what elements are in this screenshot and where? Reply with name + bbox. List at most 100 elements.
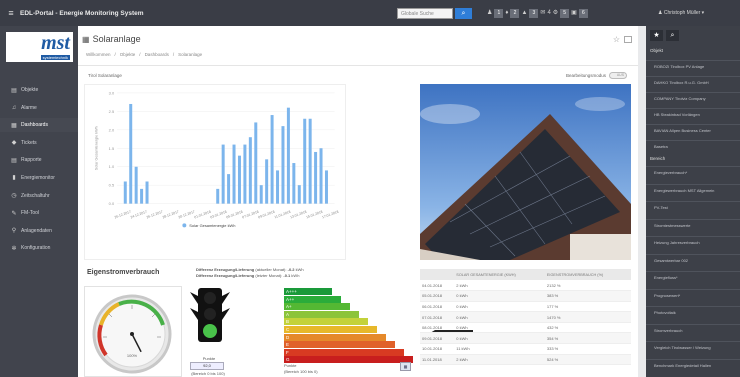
list-divider <box>646 323 740 325</box>
object-item[interactable]: Basetra <box>654 144 738 149</box>
bar[interactable] <box>270 115 274 204</box>
area-item[interactable]: Stromtestmesswerte <box>654 223 738 228</box>
legend-label[interactable]: Solar Gesamtenergie kWh <box>189 223 235 228</box>
global-search-input[interactable]: Globale Suche <box>397 8 453 19</box>
difference-label: Differenz Erzeugung/Lieferung <box>196 272 255 278</box>
search-tab-icon[interactable]: ⌕ <box>666 30 679 41</box>
hamburger-menu-icon[interactable]: ≡ <box>4 8 18 18</box>
breadcrumb-item[interactable]: Objekte <box>120 52 136 57</box>
difference-last-month: Differenz Erzeugung/Lieferung (letzter M… <box>196 273 304 279</box>
bar[interactable] <box>129 103 133 204</box>
sidebar-item-dashboards[interactable]: ▦ Dashboards <box>0 118 78 133</box>
table-header-row: SOLAR GESAMTENERGIE (KWH) EIGENSTROMVERBR… <box>420 269 631 280</box>
data-table: SOLAR GESAMTENERGIE (KWH) EIGENSTROMVERBR… <box>420 269 631 377</box>
area-item[interactable]: Energiewerbrauch MST Allgemein <box>654 188 738 193</box>
list-divider <box>646 60 740 61</box>
bar[interactable] <box>248 137 252 204</box>
bar[interactable] <box>297 185 301 204</box>
window-icon[interactable] <box>624 36 632 43</box>
bar[interactable] <box>254 122 258 204</box>
favorite-star-icon[interactable]: ☆ <box>613 35 620 44</box>
sidebar-item-label: Zeitschaltuhr <box>21 192 50 199</box>
object-item[interactable]: HB Steakinbad Vorlängen <box>654 112 738 117</box>
area-item[interactable]: Benchmark Energiedetail Hallen <box>654 363 738 368</box>
bar[interactable] <box>292 163 296 204</box>
area-item[interactable]: PV-Test <box>654 205 738 210</box>
sidebar-item-rapporte[interactable]: ▤ Rapporte <box>0 153 78 167</box>
search-button[interactable]: ⌕ <box>455 8 472 19</box>
column-header[interactable]: SOLAR GESAMTENERGIE (KWH) <box>454 269 545 280</box>
breadcrumb-item[interactable]: Dashboards <box>145 52 169 57</box>
sidebar-item-objekte[interactable]: ▤ Objekte <box>0 83 78 97</box>
bar[interactable] <box>286 107 290 204</box>
energy-class-row: C <box>284 326 377 333</box>
sidebar-item-zeitschaltuhr[interactable]: ◷ Zeitschaltuhr <box>0 189 78 203</box>
bar[interactable] <box>237 155 241 204</box>
object-item[interactable]: COMPANY Tirolviz Company <box>654 96 738 101</box>
star-tab-icon[interactable]: ★ <box>650 30 663 41</box>
toolbar-group[interactable]: ♟ 1 ♦ 2 ▲ 3 ✉ 4 ⚙ 5 ▣ 6 <box>487 8 588 19</box>
area-item[interactable]: Photovoltaik <box>654 310 738 315</box>
bar[interactable] <box>134 166 138 204</box>
page-title-text: Solaranlage <box>92 34 141 44</box>
object-item[interactable]: BAVIAN Allpen Business Center <box>654 128 738 133</box>
bar[interactable] <box>265 159 269 204</box>
area-item[interactable]: Vergleich Tirolwasser / Weizung <box>654 345 738 350</box>
sidebar-item-anlagendaten[interactable]: ⚲ Anlagendaten <box>0 224 78 238</box>
list-divider <box>646 341 740 342</box>
user-menu[interactable]: ♟ Christoph Müller ▾ <box>658 8 704 19</box>
object-item[interactable]: DAHKO Tirolbox R.u.G. GmbH <box>654 80 738 85</box>
bar[interactable] <box>276 170 280 204</box>
bar[interactable] <box>308 118 312 204</box>
column-header[interactable]: EIGENSTROMVERBRAUCH (%) <box>544 269 631 280</box>
bar[interactable] <box>243 144 247 204</box>
sidebar-item-konfiguration[interactable]: ✲ Konfiguration <box>0 241 78 255</box>
details-button[interactable]: ▦ <box>400 362 411 371</box>
table-cell: 383 % <box>544 290 631 302</box>
table-cell: 2 kWh <box>454 280 545 292</box>
area-item[interactable]: Stromverbrauch <box>654 328 738 333</box>
y-tick-label: 2.5 <box>109 109 115 114</box>
bar[interactable] <box>259 185 263 204</box>
x-tick-label: 05.01.2018 <box>226 210 244 220</box>
sidebar-item-tickets[interactable]: ◆ Tickets <box>0 136 78 150</box>
list-divider <box>646 236 740 237</box>
sidebar-item-fm-tool[interactable]: ✎ FM-Tool <box>0 206 78 220</box>
table-cell: 11.01.2018 <box>420 354 455 366</box>
bar[interactable] <box>281 126 285 204</box>
bar[interactable] <box>123 181 127 204</box>
bar[interactable] <box>140 188 144 204</box>
area-item[interactable]: Energiefluss* <box>654 275 738 280</box>
area-item[interactable]: Heizung Jahresverbrauch <box>654 240 738 245</box>
bar[interactable] <box>319 148 323 204</box>
table-cell: 0 kWh <box>454 290 545 302</box>
table-cell: 0 kWh <box>454 322 545 334</box>
bar[interactable] <box>303 118 307 204</box>
edit-mode: Bearbeitungsmodus AUS <box>566 72 628 79</box>
area-item[interactable]: Energieverbrauch* <box>654 170 738 175</box>
breadcrumb-item[interactable]: Solaranlage <box>178 52 202 57</box>
energy-class-row: D <box>284 333 386 341</box>
bar[interactable] <box>324 170 328 204</box>
table-cell: 10.01.2018 <box>420 343 455 355</box>
sidebar-item-alarme[interactable]: ♫ Alarme <box>0 101 78 115</box>
bar[interactable] <box>314 151 318 204</box>
user-icon: ♟ <box>487 10 493 16</box>
breadcrumb-separator: / <box>114 52 116 57</box>
bar[interactable] <box>145 181 149 204</box>
bar[interactable] <box>227 174 231 204</box>
bar[interactable] <box>221 144 225 204</box>
bar[interactable] <box>232 144 236 204</box>
area-item[interactable]: Prognosewert* <box>654 293 738 298</box>
sidebar-item-energiemonitor[interactable]: ▮ Energiemonitor <box>0 171 78 185</box>
points-label: Punkte <box>202 356 216 361</box>
x-tick-label: 15.01.2018 <box>306 210 324 220</box>
object-item[interactable]: ROBOZI Tirolbox PV Anlage <box>654 64 738 69</box>
points-label-2: Punkte <box>284 363 297 368</box>
bar[interactable] <box>216 188 220 204</box>
edit-mode-toggle[interactable]: AUS <box>609 72 628 79</box>
column-header[interactable] <box>420 269 455 280</box>
breadcrumb-item[interactable]: Willkommen <box>86 52 111 57</box>
energy-class-row: B <box>284 318 368 326</box>
area-item[interactable]: Gesamtwerbar 002 <box>654 258 738 263</box>
